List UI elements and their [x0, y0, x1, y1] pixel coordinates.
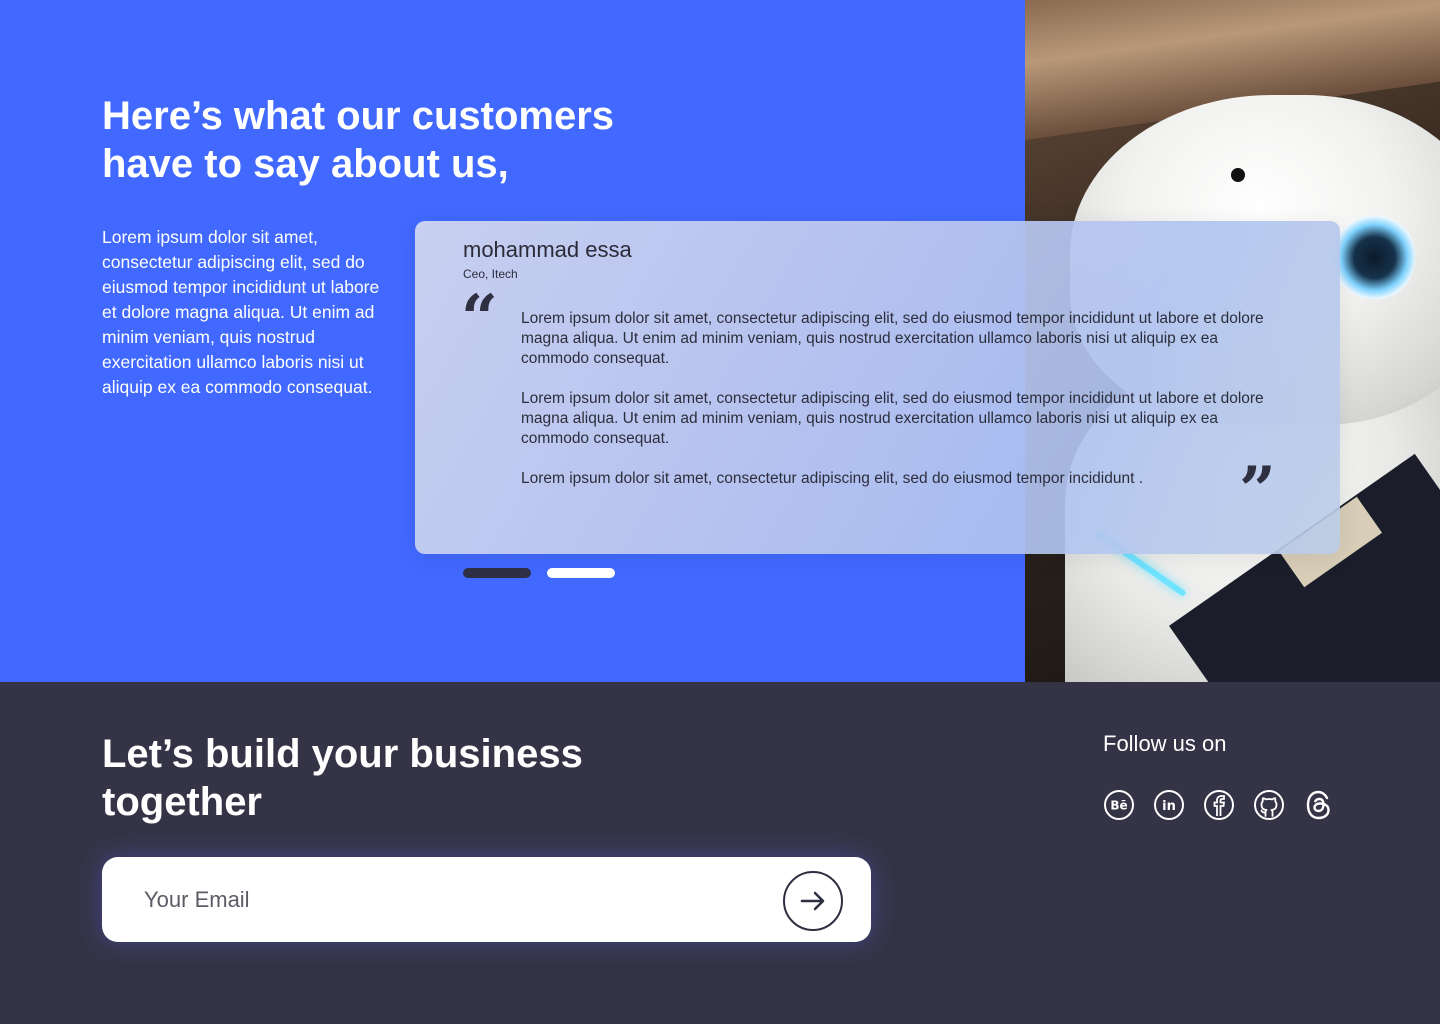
- testimonials-section: Here’s what our customers have to say ab…: [0, 0, 1440, 682]
- testimonial-author-role: Ceo, Itech: [463, 267, 518, 281]
- github-icon: [1254, 790, 1284, 820]
- footer-title-line-2: together: [102, 780, 262, 824]
- threads-link[interactable]: [1303, 788, 1335, 822]
- footer-title-line-1: Let’s build your business: [102, 732, 583, 776]
- testimonial-text: Lorem ipsum dolor sit amet, consectetur …: [521, 309, 1271, 509]
- threads-icon: [1306, 790, 1330, 820]
- email-subscribe-form: [102, 857, 871, 942]
- facebook-icon: [1204, 790, 1234, 820]
- section-description: Lorem ipsum dolor sit amet, consectetur …: [102, 227, 380, 397]
- testimonial-author-name: mohammad essa: [463, 237, 632, 262]
- svg-text:Bē: Bē: [1110, 799, 1127, 813]
- testimonial-card: mohammad essa Ceo, Itech “ Lorem ipsum d…: [415, 221, 1340, 554]
- submit-email-button[interactable]: [783, 871, 843, 931]
- carousel-dot-2[interactable]: [547, 568, 615, 578]
- testimonial-paragraph: Lorem ipsum dolor sit amet, consectetur …: [521, 310, 1264, 367]
- section-title: Here’s what our customers have to say ab…: [102, 92, 702, 188]
- section-title-line-2: have to say about us,: [102, 142, 509, 186]
- open-quote-icon: “: [461, 281, 498, 356]
- footer-title: Let’s build your business together: [102, 730, 662, 826]
- linkedin-icon: in: [1154, 790, 1184, 820]
- arrow-right-icon: [800, 891, 825, 911]
- email-input[interactable]: [144, 881, 744, 919]
- testimonial-paragraph: Lorem ipsum dolor sit amet, consectetur …: [521, 390, 1264, 447]
- linkedin-link[interactable]: in: [1153, 788, 1185, 822]
- github-link[interactable]: [1253, 788, 1285, 822]
- section-title-line-1: Here’s what our customers: [102, 94, 615, 138]
- close-quote-icon: ”: [1239, 453, 1276, 528]
- behance-link[interactable]: Bē: [1103, 788, 1135, 822]
- behance-icon: Bē: [1104, 790, 1134, 820]
- carousel-pagination: [463, 568, 615, 578]
- svg-text:in: in: [1162, 799, 1176, 814]
- facebook-link[interactable]: [1203, 788, 1235, 822]
- follow-us-label: Follow us on: [1103, 731, 1227, 756]
- carousel-dot-1[interactable]: [463, 568, 531, 578]
- testimonial-paragraph: Lorem ipsum dolor sit amet, consectetur …: [521, 470, 1144, 487]
- social-links: Bē in: [1103, 788, 1335, 822]
